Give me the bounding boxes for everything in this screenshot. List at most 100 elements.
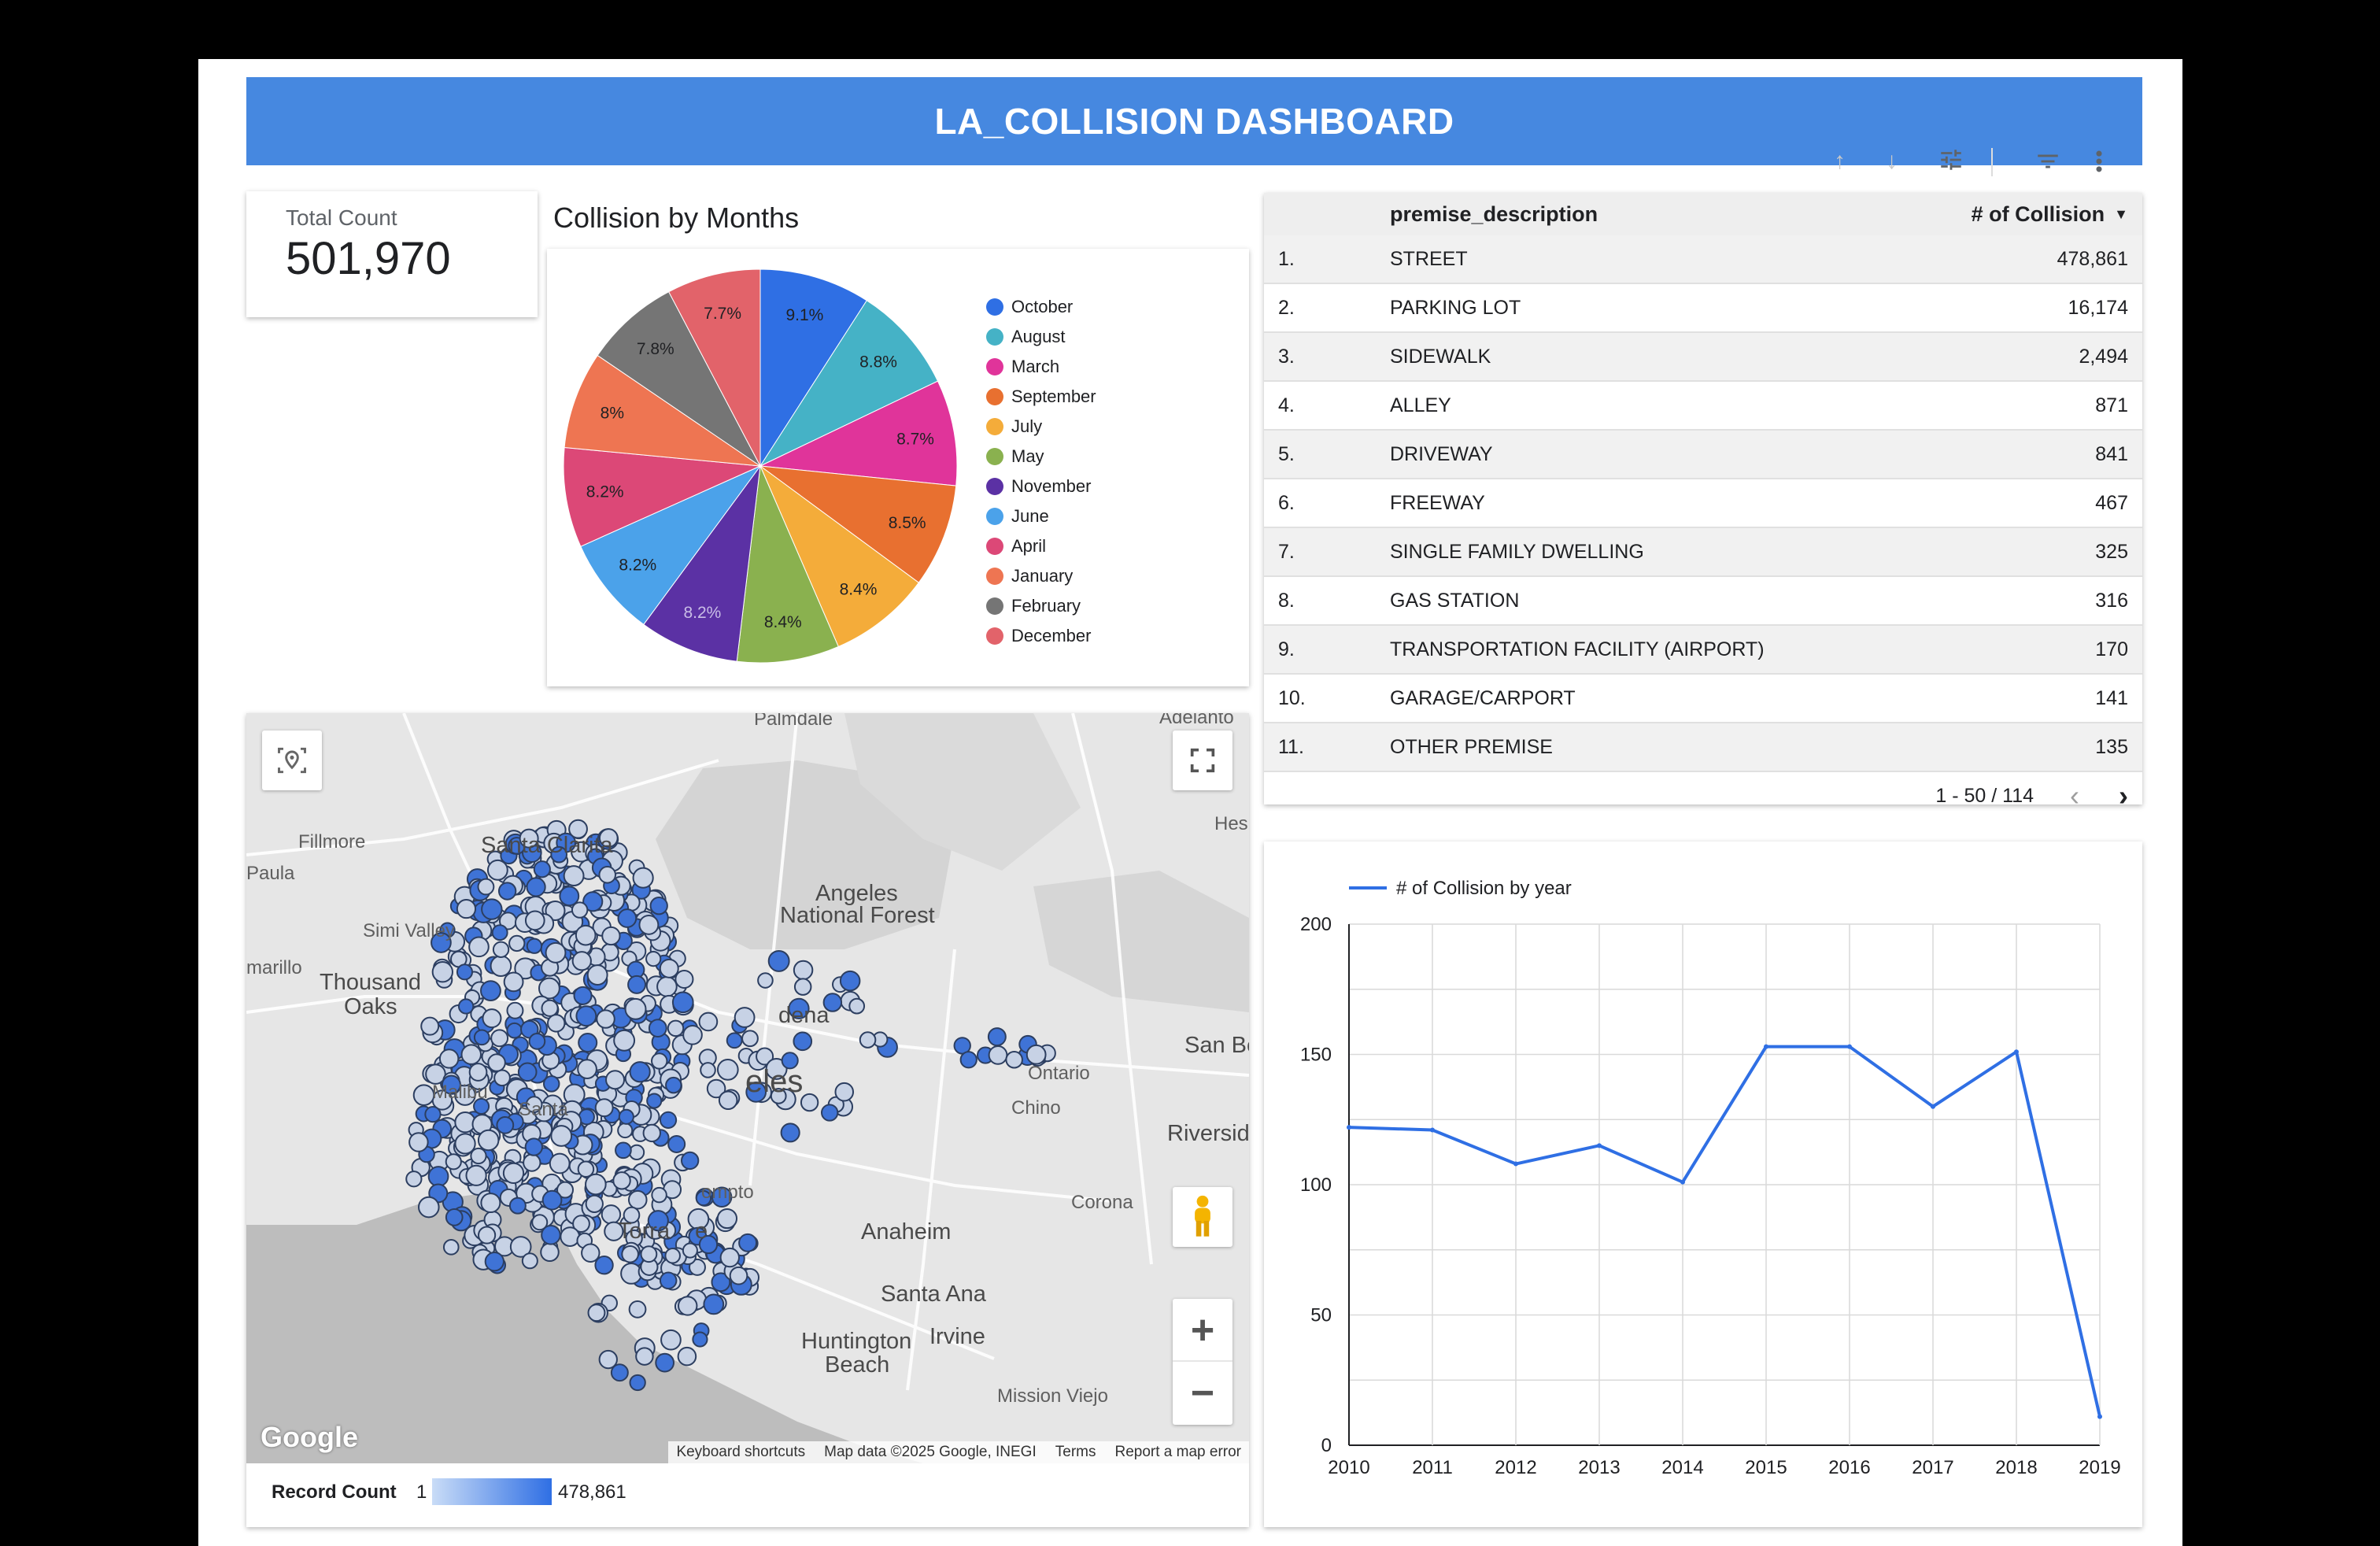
collision-map[interactable]: Palmdale Adelanto Fillmore Santa Clarita…: [246, 713, 1249, 1463]
collision-point[interactable]: [793, 1031, 813, 1052]
collision-point[interactable]: [734, 1007, 756, 1028]
data-point[interactable]: [2097, 1414, 2102, 1419]
collision-point[interactable]: [456, 898, 477, 919]
collision-point[interactable]: [655, 1352, 675, 1373]
collision-point[interactable]: [598, 1349, 618, 1370]
collision-point[interactable]: [427, 1166, 449, 1187]
data-point[interactable]: [1931, 1104, 1935, 1109]
collision-point[interactable]: [617, 908, 638, 928]
collision-point[interactable]: [618, 1108, 634, 1125]
collision-point[interactable]: [497, 882, 517, 901]
collision-point[interactable]: [738, 1233, 758, 1252]
collision-point[interactable]: [671, 991, 694, 1014]
collision-point[interactable]: [473, 1029, 490, 1046]
collision-point[interactable]: [523, 1153, 541, 1172]
data-point[interactable]: [2014, 1049, 2019, 1055]
collision-point[interactable]: [491, 924, 508, 941]
collision-point[interactable]: [577, 1059, 597, 1079]
collision-point[interactable]: [594, 1098, 614, 1118]
collision-point[interactable]: [793, 978, 812, 996]
collision-point[interactable]: [484, 1252, 504, 1272]
collision-point[interactable]: [524, 910, 545, 931]
collision-point[interactable]: [470, 1147, 487, 1165]
column-header-collision[interactable]: # of Collision ▼: [1906, 202, 2142, 227]
legend-item-february[interactable]: February: [986, 591, 1096, 621]
legend-item-october[interactable]: October: [986, 292, 1096, 322]
collision-point[interactable]: [642, 1123, 661, 1143]
collision-point[interactable]: [586, 964, 608, 986]
collision-point[interactable]: [506, 1022, 523, 1039]
collision-point[interactable]: [541, 1189, 563, 1211]
table-row[interactable]: 1. STREET 478,861: [1264, 235, 2142, 284]
collision-point[interactable]: [629, 1061, 651, 1083]
collision-point[interactable]: [540, 1242, 560, 1263]
collision-point[interactable]: [703, 1293, 725, 1315]
collision-point[interactable]: [418, 1196, 440, 1219]
collision-point[interactable]: [682, 1024, 703, 1045]
collision-point[interactable]: [1005, 1050, 1023, 1069]
line-chart-card[interactable]: 0 50 100 150 200 2010 2011 2012 2013 2014 2015 2016…: [1264, 841, 2142, 1527]
collision-point[interactable]: [757, 972, 774, 989]
collision-point[interactable]: [456, 963, 474, 981]
collision-point[interactable]: [541, 1225, 561, 1245]
data-point[interactable]: [1764, 1044, 1768, 1049]
collision-point[interactable]: [660, 1329, 682, 1351]
collision-point[interactable]: [457, 998, 475, 1015]
collision-point[interactable]: [526, 877, 546, 897]
collision-point[interactable]: [659, 1271, 678, 1290]
collision-point[interactable]: [533, 860, 551, 878]
collision-point[interactable]: [412, 1084, 435, 1106]
report-error-link[interactable]: Report a map error: [1114, 1444, 1241, 1461]
collision-point[interactable]: [682, 1242, 698, 1259]
collision-point[interactable]: [598, 866, 617, 884]
collision-point[interactable]: [587, 1304, 606, 1322]
fullscreen-button[interactable]: [1173, 730, 1232, 790]
table-row[interactable]: 3. SIDEWALK 2,494: [1264, 333, 2142, 382]
collision-point[interactable]: [408, 1132, 429, 1152]
sort-ascending-icon[interactable]: ↑: [1834, 148, 1846, 175]
collision-point[interactable]: [528, 1032, 546, 1050]
collision-point[interactable]: [575, 924, 597, 946]
pie-chart-card[interactable]: 9.1% 8.8% 8.7% 8.5% 8.4% 8.4% 8.2% 8.2% 8.2% 8% 7.…: [547, 249, 1249, 686]
collision-point[interactable]: [628, 1144, 645, 1161]
collision-point[interactable]: [628, 1300, 647, 1319]
collision-point[interactable]: [700, 1062, 716, 1078]
table-row[interactable]: 10. GARAGE/CARPORT 141: [1264, 675, 2142, 723]
collision-point[interactable]: [648, 1019, 667, 1038]
collision-point[interactable]: [638, 914, 660, 935]
collision-point[interactable]: [621, 1245, 639, 1263]
collision-point[interactable]: [517, 1062, 538, 1082]
collision-point[interactable]: [605, 1070, 626, 1090]
collision-point[interactable]: [601, 926, 621, 946]
more-vert-icon[interactable]: [2094, 148, 2105, 181]
collision-point[interactable]: [659, 958, 679, 978]
collision-point[interactable]: [424, 1106, 442, 1123]
collision-point[interactable]: [651, 1186, 667, 1204]
collision-point[interactable]: [571, 901, 589, 919]
locate-button[interactable]: [262, 730, 322, 790]
collision-point[interactable]: [496, 1115, 515, 1134]
collision-point[interactable]: [665, 1076, 682, 1094]
street-view-button[interactable]: [1173, 1187, 1232, 1247]
data-point[interactable]: [1680, 1179, 1685, 1185]
collision-point[interactable]: [719, 1247, 741, 1268]
collision-point[interactable]: [481, 898, 503, 920]
collision-point[interactable]: [649, 897, 668, 915]
collision-point[interactable]: [848, 997, 866, 1015]
collision-point[interactable]: [793, 960, 814, 981]
collision-point[interactable]: [613, 1029, 636, 1052]
collision-point[interactable]: [820, 1104, 839, 1122]
collision-point[interactable]: [659, 1111, 678, 1129]
collision-point[interactable]: [624, 997, 647, 1020]
collision-point[interactable]: [726, 1032, 743, 1049]
collision-point[interactable]: [627, 975, 647, 994]
collision-point[interactable]: [538, 977, 560, 1000]
collision-point[interactable]: [987, 1027, 1007, 1047]
collision-point[interactable]: [578, 1033, 598, 1053]
collision-point[interactable]: [718, 1090, 738, 1111]
collision-point[interactable]: [859, 1031, 877, 1049]
collision-point[interactable]: [615, 1141, 632, 1160]
collision-point[interactable]: [667, 1019, 685, 1037]
table-row[interactable]: 11. OTHER PREMISE 135: [1264, 723, 2142, 772]
collision-point[interactable]: [482, 1008, 502, 1029]
